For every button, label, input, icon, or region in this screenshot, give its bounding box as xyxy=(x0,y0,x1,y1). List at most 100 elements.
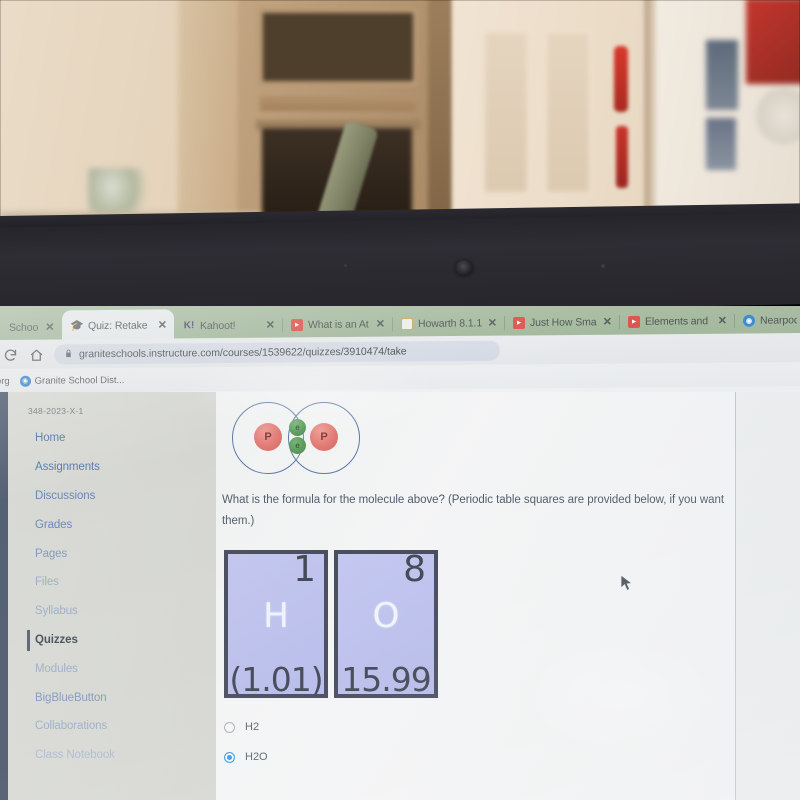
answer-options: H2 H2O xyxy=(224,712,624,772)
course-nav-list: Home Assignments Discussions Grades Page… xyxy=(8,424,216,770)
bookmark-label: d.org xyxy=(0,375,10,387)
sidebar-item-discussions[interactable]: Discussions xyxy=(8,482,216,511)
atomic-mass: 15.99 xyxy=(341,660,431,699)
sidebar-item-class-notebook[interactable]: Class Notebook xyxy=(8,741,216,770)
sidebar-item-modules[interactable]: Modules xyxy=(8,654,216,683)
answer-label: H2O xyxy=(245,751,268,763)
browser-tab[interactable]: K! Kahoot! ✕ xyxy=(174,310,283,340)
photo-fridge-magnet xyxy=(706,40,738,110)
sidebar-item-bigbluebutton[interactable]: BigBlueButton xyxy=(8,683,216,712)
sidebar-item-pages[interactable]: Pages xyxy=(8,539,216,568)
sidebar-item-home[interactable]: Home xyxy=(8,424,216,453)
bookmark-item[interactable]: ◉ Granite School Dist... xyxy=(19,374,125,387)
photo-red-object xyxy=(614,46,628,112)
atomic-number: 1 xyxy=(293,549,316,590)
sidebar-item-assignments[interactable]: Assignments xyxy=(8,453,216,482)
browser-tab[interactable]: Howarth 8.1.1 ✕ xyxy=(392,308,505,338)
photo-fridge-magnet-red xyxy=(746,0,800,84)
youtube-icon xyxy=(291,318,303,331)
address-bar[interactable]: graniteschools.instructure.com/courses/1… xyxy=(54,340,500,365)
proton-right: P xyxy=(310,423,338,451)
sidebar-item-label: Files xyxy=(35,576,59,589)
sidebar-item-grades[interactable]: Grades xyxy=(8,510,216,539)
laptop-bezel xyxy=(0,211,800,320)
background-photo-kitchen xyxy=(0,0,800,232)
browser-tab[interactable]: Schoo ✕ xyxy=(0,312,63,342)
tab-title: Nearpod - xyxy=(760,313,797,327)
bookmark-item[interactable]: d.org xyxy=(0,375,10,386)
photo-door-frame-right xyxy=(428,0,454,232)
sidebar-item-label: Quizzes xyxy=(35,633,78,646)
atomic-number: 8 xyxy=(403,549,426,590)
answer-option-h2[interactable]: H2 xyxy=(224,712,624,742)
close-icon[interactable]: ✕ xyxy=(158,318,167,331)
global-nav-strip[interactable] xyxy=(0,392,8,800)
proton-left: P xyxy=(254,423,282,451)
question-text: What is the formula for the molecule abo… xyxy=(222,494,724,528)
page-right-gutter xyxy=(736,392,800,800)
sidebar-item-quizzes[interactable]: Quizzes xyxy=(8,626,216,655)
close-icon[interactable]: ✕ xyxy=(603,315,612,328)
browser-tab[interactable]: Elements and ✕ xyxy=(619,306,735,336)
sidebar-item-label: Grades xyxy=(35,518,73,531)
photo-fridge-paper xyxy=(756,88,800,144)
bezel-sensor-dot xyxy=(344,264,347,267)
home-icon[interactable] xyxy=(28,346,45,363)
close-icon[interactable]: ✕ xyxy=(718,314,727,327)
screenshot-root: Schoo ✕ 🎓 Quiz: Retake P ✕ K! Kahoot! ✕ … xyxy=(0,0,800,800)
photo-microwave-window xyxy=(258,8,418,86)
course-sidebar: 348-2023-X-1 Home Assignments Discussion… xyxy=(8,392,216,800)
radio-button-selected[interactable] xyxy=(224,751,235,763)
youtube-icon xyxy=(628,315,640,328)
globe-icon: ◉ xyxy=(19,375,31,387)
photo-red-object xyxy=(616,126,628,188)
photo-refrigerator xyxy=(644,0,800,232)
sidebar-item-label: Pages xyxy=(35,547,68,560)
sidebar-item-files[interactable]: Files xyxy=(8,568,216,597)
browser-tab[interactable]: Just How Sma ✕ xyxy=(504,307,620,337)
photo-door-panel xyxy=(482,30,530,195)
close-icon[interactable]: ✕ xyxy=(45,320,54,333)
sidebar-item-label: Discussions xyxy=(35,489,96,502)
element-symbol: H xyxy=(263,596,289,636)
browser-tab[interactable]: Nearpod - xyxy=(734,306,800,335)
tab-title: What is an At xyxy=(308,317,369,331)
browser-tab[interactable]: What is an At ✕ xyxy=(282,309,393,339)
photo-fridge-magnet xyxy=(706,118,736,170)
electron-lower: e xyxy=(289,437,306,454)
reload-icon[interactable] xyxy=(2,346,19,363)
photo-fridge-edge xyxy=(644,0,656,232)
bezel-sensor-dot xyxy=(601,264,605,268)
element-square-oxygen: 8 O 15.99 xyxy=(334,549,438,699)
sidebar-item-label: Class Notebook xyxy=(35,749,115,762)
answer-label: H2 xyxy=(245,721,260,733)
photo-white-door xyxy=(452,0,648,232)
tab-title: Just How Sma xyxy=(530,315,597,329)
radio-button[interactable] xyxy=(224,721,235,733)
sidebar-item-label: Syllabus xyxy=(35,605,78,618)
tab-title: Schoo xyxy=(9,321,39,334)
photo-door-frame xyxy=(178,0,238,232)
electron-upper: e xyxy=(289,419,306,436)
tab-title: Elements and xyxy=(645,314,709,328)
close-icon[interactable]: ✕ xyxy=(266,318,275,331)
canvas-icon: 🎓 xyxy=(70,320,84,333)
sidebar-item-label: Home xyxy=(35,432,66,445)
element-symbol: O xyxy=(372,596,400,636)
tab-title: Kahoot! xyxy=(200,319,236,332)
photo-door-panel xyxy=(544,30,592,195)
tab-title: Quiz: Retake P xyxy=(88,319,151,332)
covalent-bond-diagram: P P e e xyxy=(226,392,396,487)
sidebar-item-syllabus[interactable]: Syllabus xyxy=(8,597,216,626)
sidebar-item-label: Modules xyxy=(35,662,78,675)
laptop-screen: Schoo ✕ 🎓 Quiz: Retake P ✕ K! Kahoot! ✕ … xyxy=(0,306,800,800)
course-code-label: 348-2023-X-1 xyxy=(28,406,84,416)
close-icon[interactable]: ✕ xyxy=(488,316,497,329)
answer-option-h2o[interactable]: H2O xyxy=(224,742,624,772)
browser-tab-active[interactable]: 🎓 Quiz: Retake P ✕ xyxy=(62,309,174,342)
sidebar-item-collaborations[interactable]: Collaborations xyxy=(8,712,216,741)
close-icon[interactable]: ✕ xyxy=(376,317,385,330)
url-text: graniteschools.instructure.com/courses/1… xyxy=(79,345,407,361)
canvas-page: 348-2023-X-1 Home Assignments Discussion… xyxy=(0,392,800,800)
bookmark-label: Granite School Dist... xyxy=(34,374,125,387)
